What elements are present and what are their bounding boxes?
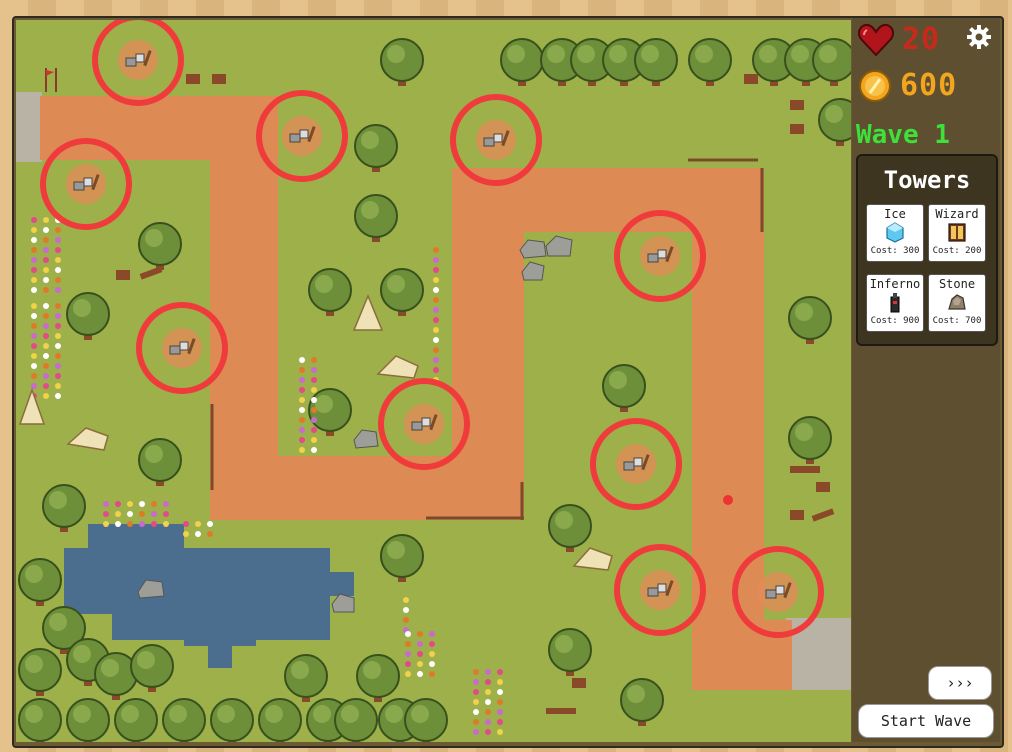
tower-cost: Cost: 300 xyxy=(870,246,920,256)
heart-icon xyxy=(858,23,894,56)
hud-sidebar: 20 600 Wave 1 Towers Ice Cost: 300 Wizar… xyxy=(852,18,1000,742)
gold-value: 600 xyxy=(900,68,958,103)
tower-name: Wizard xyxy=(935,207,979,221)
enemy-spawn-marker xyxy=(723,495,733,505)
game-map[interactable] xyxy=(16,20,851,742)
tree xyxy=(404,698,448,742)
tower-cost: Cost: 200 xyxy=(932,246,982,256)
inferno-tower-icon xyxy=(890,293,900,313)
stone-tower-icon xyxy=(948,294,966,310)
tree xyxy=(66,698,110,742)
tower-card-wizard[interactable]: Wizard Cost: 200 xyxy=(928,204,986,262)
tower-cost: Cost: 900 xyxy=(870,316,920,326)
tower-name: Inferno xyxy=(869,277,921,291)
wave-label: Wave 1 xyxy=(856,120,950,150)
towers-panel: Towers Ice Cost: 300 Wizard Cost: 200 In… xyxy=(856,154,998,346)
tower-card-ice[interactable]: Ice Cost: 300 xyxy=(866,204,924,262)
lives-display: 20 xyxy=(858,22,940,57)
ice-tower-icon xyxy=(886,222,904,243)
map-canvas[interactable] xyxy=(16,20,851,742)
lives-value: 20 xyxy=(902,22,941,57)
stone-plaza-left xyxy=(16,92,42,162)
tower-card-stone[interactable]: Stone Cost: 700 xyxy=(928,274,986,332)
fast-forward-button[interactable]: ››› xyxy=(928,666,992,700)
tree xyxy=(258,698,302,742)
tree xyxy=(114,698,158,742)
tree xyxy=(210,698,254,742)
coin-icon xyxy=(859,69,891,102)
tower-name: Ice xyxy=(884,207,906,221)
tower-card-inferno[interactable]: Inferno Cost: 900 xyxy=(866,274,924,332)
settings-button[interactable] xyxy=(966,24,992,50)
tower-name: Stone xyxy=(938,277,976,291)
tower-cost: Cost: 700 xyxy=(932,316,982,326)
gear-icon[interactable] xyxy=(966,24,992,50)
tree xyxy=(18,698,62,742)
wizard-tower-icon xyxy=(948,223,966,242)
towers-panel-title: Towers xyxy=(883,166,971,194)
tree xyxy=(334,698,378,742)
tree xyxy=(162,698,206,742)
gold-display: 600 xyxy=(858,68,957,103)
start-wave-button[interactable]: Start Wave xyxy=(858,704,994,738)
